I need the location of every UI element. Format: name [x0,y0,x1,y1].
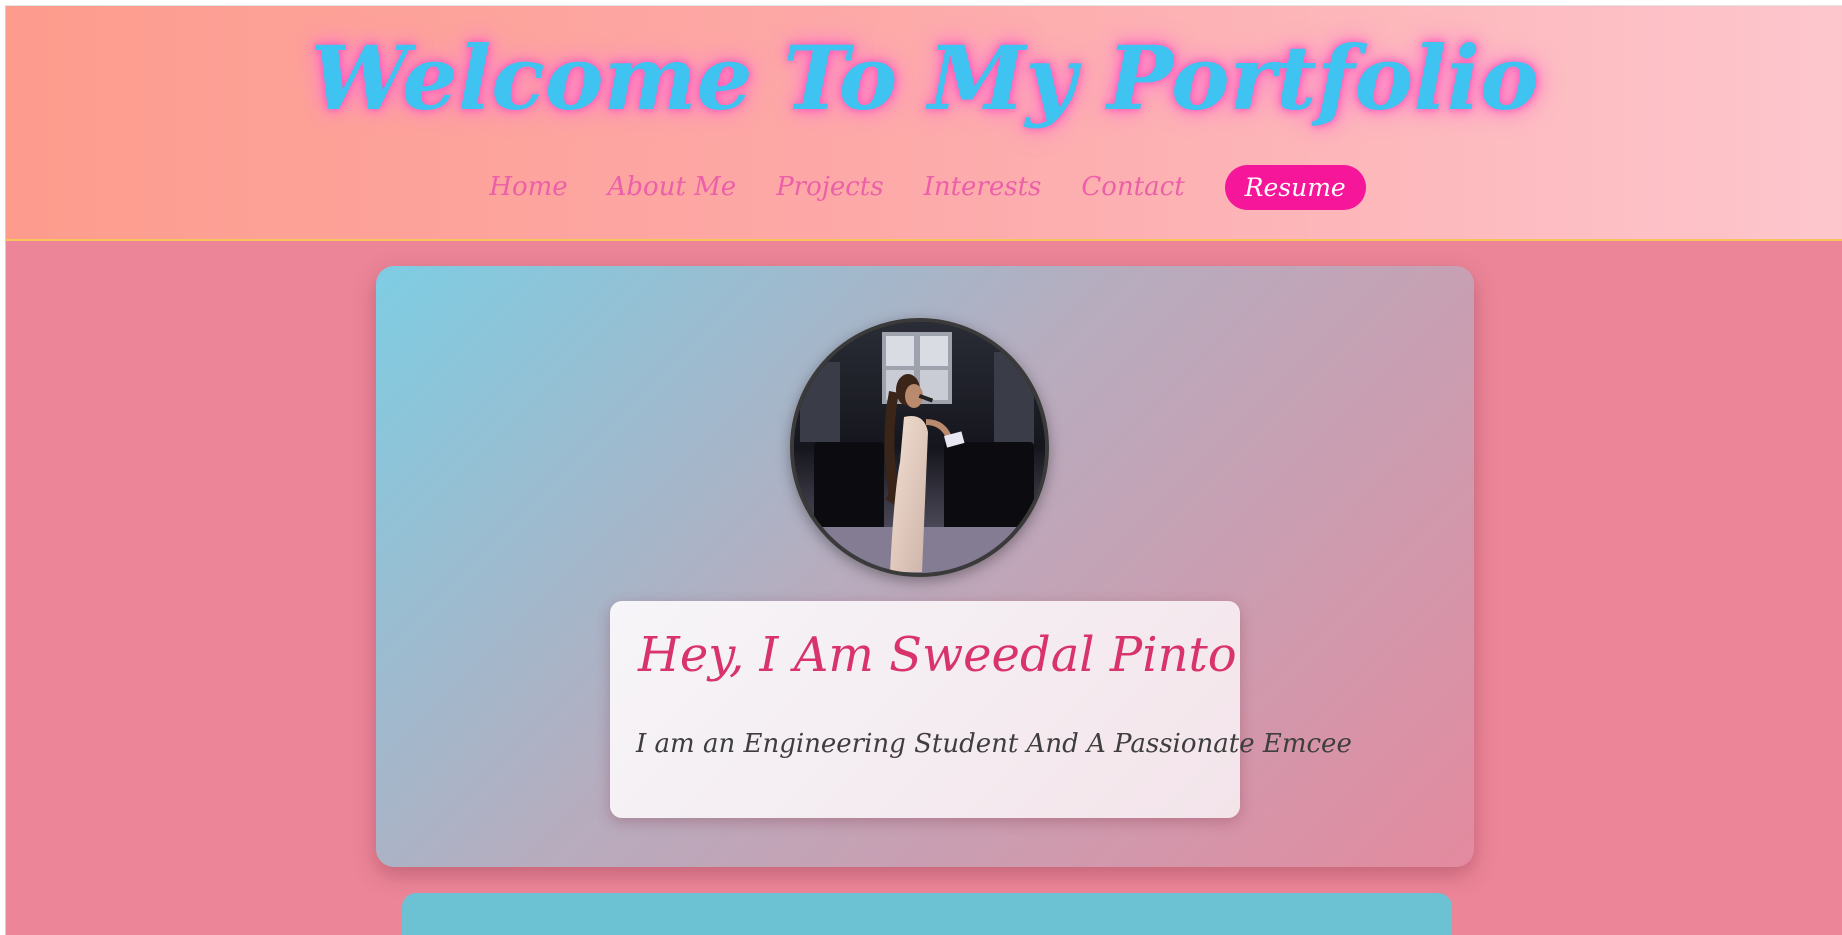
site-header: Welcome To My Portfolio Home About Me Pr… [6,6,1842,241]
nav-contact-link[interactable]: Contact [1075,172,1184,202]
intro-card: Hey, I Am Sweedal Pinto I am an Engineer… [610,601,1352,818]
site-title: Welcome To My Portfolio [310,26,1539,130]
intro-tagline: I am an Engineering Student And A Passio… [636,729,1352,759]
hero-card: Hey, I Am Sweedal Pinto I am an Engineer… [376,266,1474,867]
profile-photo [790,318,1049,577]
nav-interests-link[interactable]: Interests [918,172,1042,202]
nav-projects-link[interactable]: Projects [770,172,883,202]
resume-button[interactable]: Resume [1224,164,1366,210]
next-section-card [402,893,1452,935]
intro-heading: Hey, I Am Sweedal Pinto [638,627,1237,683]
nav-home-link[interactable]: Home [483,172,567,202]
main-nav: Home About Me Projects Interests Contact… [6,161,1842,213]
page: Welcome To My Portfolio Home About Me Pr… [5,5,1842,935]
nav-about-link[interactable]: About Me [602,172,737,202]
profile-photo-illustration [794,322,1045,573]
